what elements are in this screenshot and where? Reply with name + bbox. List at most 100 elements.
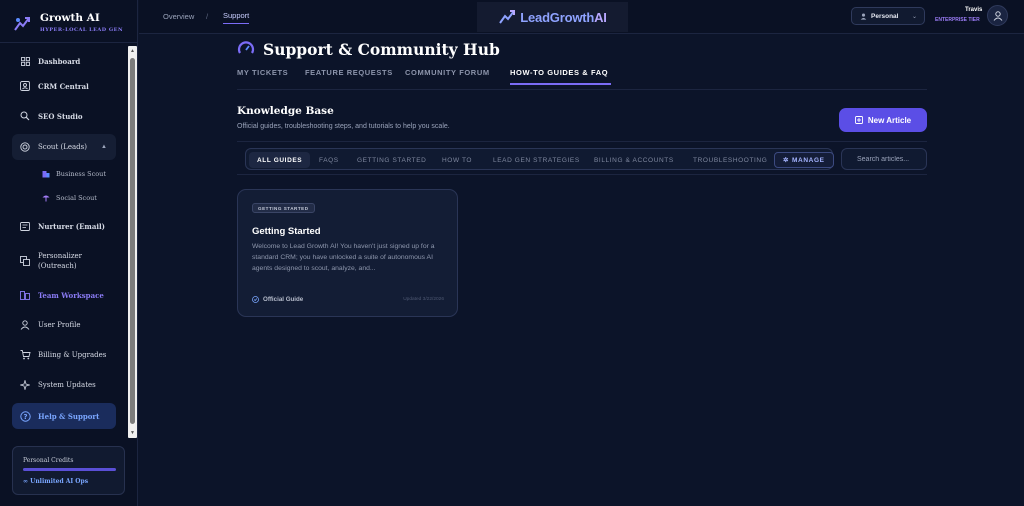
- article-card[interactable]: GETTING STARTED Getting Started Welcome …: [237, 189, 458, 317]
- filter-how-to[interactable]: HOW TO: [434, 152, 480, 168]
- sidebar-item-user-profile[interactable]: User Profile: [12, 312, 116, 338]
- svg-text:?: ?: [23, 413, 27, 421]
- new-article-label: New Article: [867, 115, 912, 125]
- sidebar-item-label: Dashboard: [38, 56, 81, 66]
- sidebar-subitem-social-scout[interactable]: Social Scout: [42, 190, 97, 206]
- manage-categories-button[interactable]: ✲ MANAGE: [774, 152, 834, 168]
- magnifier-icon: [12, 111, 38, 121]
- sidebar-item-label: User Profile: [38, 321, 81, 329]
- search-box[interactable]: [841, 148, 927, 170]
- sparkle-icon: [12, 380, 38, 390]
- persona-label: Personal: [871, 12, 899, 20]
- chevron-down-icon: ⌄: [911, 13, 917, 20]
- filter-lead-gen-strategies[interactable]: LEAD GEN STRATEGIES: [485, 152, 588, 168]
- sidebar-item-label: Personalizer (Outreach): [38, 252, 83, 270]
- banner-title: LeadGrowthAI: [520, 9, 607, 25]
- sidebar: Growth AI HYPER-LOCAL LEAD GEN Dashboard…: [0, 0, 138, 506]
- chevron-up-icon: ▲: [100, 144, 107, 150]
- sidebar-item-label: Billing & Upgrades: [38, 351, 107, 359]
- sidebar-item-seo-studio[interactable]: SEO Studio: [12, 103, 116, 129]
- filter-bar: ALL GUIDES FAQS GETTING STARTED HOW TO L…: [237, 141, 927, 175]
- active-tab-indicator: [510, 83, 611, 85]
- sidebar-item-label: CRM Central: [38, 81, 89, 91]
- tabs-divider: [237, 89, 927, 90]
- contact-card-icon: [12, 81, 38, 91]
- sidebar-item-label: Business Scout: [56, 170, 106, 178]
- sidebar-item-crm-central[interactable]: CRM Central: [12, 73, 116, 99]
- search-input[interactable]: [857, 155, 927, 163]
- sidebar-item-personalizer[interactable]: Personalizer (Outreach): [12, 246, 116, 276]
- tab-howto-guides-faq[interactable]: HOW-TO GUIDES & FAQ: [510, 68, 608, 77]
- sidebar-divider: [0, 42, 138, 43]
- tab-my-tickets[interactable]: MY TICKETS: [237, 68, 288, 77]
- gear-icon: ✲: [783, 157, 790, 164]
- scroll-down-arrow-icon[interactable]: ▼: [130, 429, 135, 437]
- article-source-label: Official Guide: [263, 296, 304, 303]
- article-category-badge: GETTING STARTED: [252, 203, 315, 213]
- filter-faqs[interactable]: FAQS: [311, 152, 347, 168]
- user-icon: [993, 10, 1002, 21]
- credits-panel: Personal Credits ∞ Unlimited AI Ops: [12, 446, 125, 495]
- breadcrumb-overview[interactable]: Overview: [163, 12, 194, 21]
- gauge-icon: [237, 41, 255, 54]
- article-excerpt: Welcome to Lead Growth AI! You haven't j…: [252, 243, 435, 272]
- sidebar-item-nurturer-email[interactable]: Nurturer (Email): [12, 213, 116, 239]
- sidebar-item-team-workspace[interactable]: Team Workspace: [12, 282, 116, 308]
- brand-tagline: HYPER-LOCAL LEAD GEN: [40, 27, 124, 33]
- sidebar-item-label: SEO Studio: [38, 111, 83, 121]
- sidebar-item-billing[interactable]: Billing & Upgrades: [12, 342, 116, 368]
- brand-name: Growth AI: [40, 12, 100, 24]
- banner-title-ai: AI: [594, 9, 607, 25]
- breadcrumb-support[interactable]: Support: [223, 11, 250, 24]
- verified-check-icon: [252, 296, 259, 303]
- sidebar-item-label: Social Scout: [56, 194, 97, 202]
- sidebar-item-label: Nurturer (Email): [38, 221, 105, 231]
- article-title: Getting Started: [252, 226, 321, 237]
- category-filters: ALL GUIDES FAQS GETTING STARTED HOW TO L…: [245, 148, 834, 170]
- sidebar-item-label: Help & Support: [38, 411, 100, 421]
- credits-title: Personal Credits: [23, 457, 74, 464]
- persona-selector[interactable]: Personal ⌄: [851, 7, 925, 25]
- credits-value: ∞ Unlimited AI Ops: [23, 478, 89, 485]
- plus-square-icon: [854, 116, 863, 124]
- filter-all-guides[interactable]: ALL GUIDES: [249, 152, 311, 168]
- user-icon: [860, 13, 867, 20]
- filter-billing-accounts[interactable]: BILLING & ACCOUNTS: [586, 152, 682, 168]
- top-header: Overview / Support LeadGrowthAI Personal…: [139, 0, 1024, 34]
- sidebar-item-scout-leads[interactable]: Scout (Leads) ▲: [12, 134, 116, 160]
- sidebar-item-label: Scout (Leads): [38, 143, 87, 151]
- sidebar-item-dashboard[interactable]: Dashboard: [12, 48, 116, 74]
- grid-icon: [12, 56, 38, 66]
- article-updated-date: Updated 3/22/2026: [403, 297, 444, 302]
- filter-getting-started[interactable]: GETTING STARTED: [349, 152, 434, 168]
- knowledge-base-title: Knowledge Base: [237, 105, 334, 117]
- brand[interactable]: Growth AI HYPER-LOCAL LEAD GEN: [12, 10, 132, 38]
- main-content: Support & Community Hub MY TICKETS FEATU…: [139, 35, 1024, 506]
- page-title: Support & Community Hub: [263, 40, 500, 59]
- scroll-up-arrow-icon[interactable]: ▲: [130, 47, 135, 55]
- avatar[interactable]: [987, 5, 1008, 26]
- team-icon: [12, 290, 38, 300]
- filter-troubleshooting[interactable]: TROUBLESHOOTING: [685, 152, 775, 168]
- sidebar-item-help-support[interactable]: ? Help & Support: [12, 403, 116, 429]
- sidebar-item-label: System Updates: [38, 381, 96, 389]
- tab-feature-requests[interactable]: FEATURE REQUESTS: [305, 68, 393, 77]
- sidebar-scrollbar[interactable]: ▲ ▼: [128, 46, 137, 438]
- new-article-button[interactable]: New Article: [839, 108, 927, 132]
- scrollbar-thumb[interactable]: [130, 58, 135, 424]
- mail-icon: [12, 221, 38, 231]
- knowledge-base-subtitle: Official guides, troubleshooting steps, …: [237, 123, 450, 130]
- breadcrumb-separator: /: [206, 12, 209, 21]
- leadgrowth-banner: LeadGrowthAI: [477, 2, 628, 32]
- sidebar-subitem-business-scout[interactable]: Business Scout: [42, 166, 106, 182]
- sidebar-item-label: Team Workspace: [38, 290, 104, 300]
- building-icon: [42, 165, 50, 183]
- user-tier: ENTERPRISE TIER: [935, 17, 980, 23]
- banner-title-main: LeadGrowth: [520, 9, 595, 25]
- user-icon: [12, 320, 38, 330]
- rocket-logo-icon: [14, 17, 30, 31]
- sidebar-item-system-updates[interactable]: System Updates: [12, 372, 116, 398]
- cart-icon: [12, 350, 38, 360]
- manage-label: MANAGE: [792, 156, 825, 164]
- tab-community-forum[interactable]: COMMUNITY FORUM: [405, 68, 490, 77]
